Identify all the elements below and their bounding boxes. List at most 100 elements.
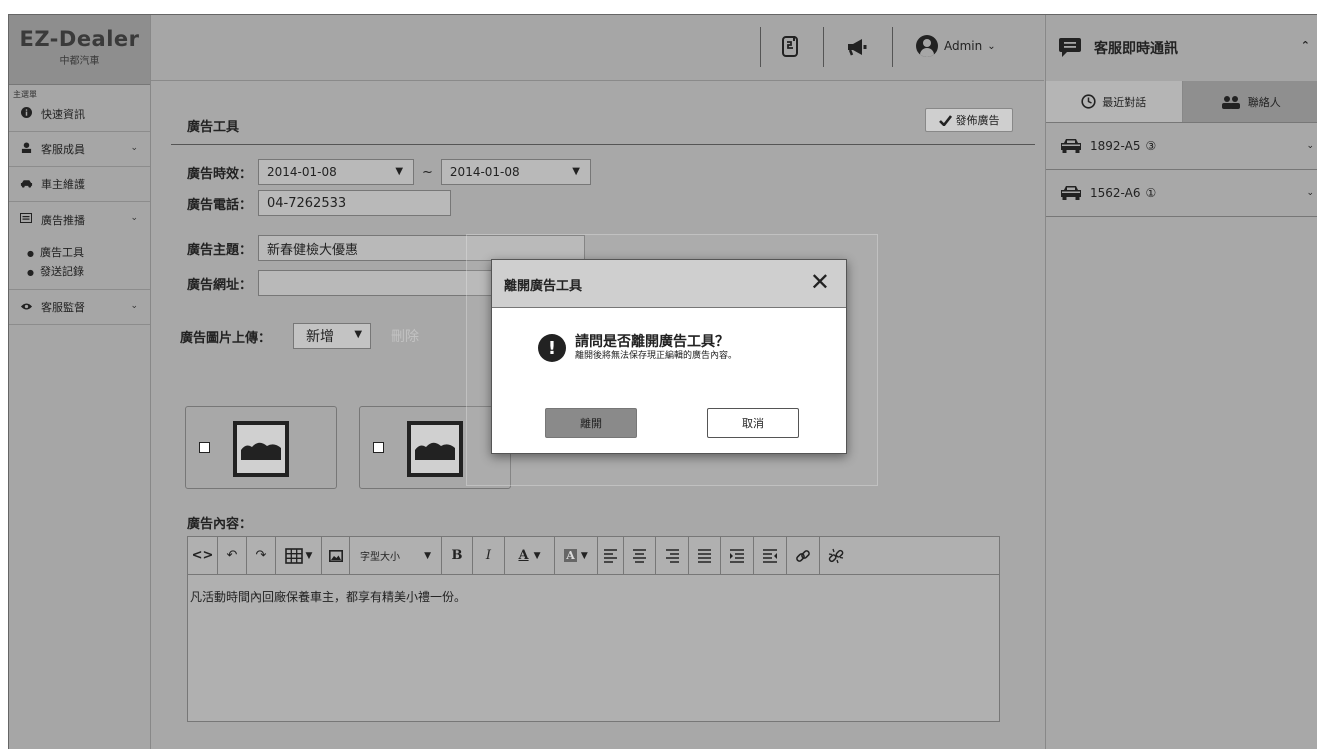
remove-link-button[interactable] <box>820 537 852 574</box>
sidebar-item-quick-info[interactable]: 快速資訊 <box>9 97 150 132</box>
image-select-checkbox[interactable] <box>199 442 210 453</box>
highlight-color-icon: A <box>564 549 577 562</box>
date-to-select[interactable]: 2014-01-08 ▼ <box>440 159 591 185</box>
insert-image-button[interactable] <box>322 537 350 574</box>
phone-icon <box>782 36 798 57</box>
dialog-header: 離開廣告工具 ✕ <box>492 260 846 308</box>
dialog-message: ! 請問是否離開廣告工具？ 離開後將無法保存現正編輯的廣告內容。 <box>538 334 737 362</box>
clock-icon <box>1081 94 1096 109</box>
phone-call-button[interactable] <box>775 31 807 63</box>
page-title: 廣告工具 <box>187 120 240 135</box>
check-icon <box>938 114 952 126</box>
justify-button[interactable] <box>689 537 721 574</box>
car-icon <box>1061 139 1081 153</box>
rich-text-editor: <> ↶ ↷ ▼ 字型大小 ▼ B I A ▼ A ▼ 凡活動時間內回廠保養車主… <box>187 536 1000 722</box>
date-from-select[interactable]: 2014-01-08 ▼ <box>258 159 415 185</box>
dropdown-arrow-icon: ▼ <box>424 550 431 561</box>
top-bar: Admin ⌄ <box>151 15 1044 81</box>
toolbar-divider <box>892 27 893 67</box>
link-icon <box>796 549 810 562</box>
redo-button[interactable]: ↷ <box>247 537 276 574</box>
megaphone-icon <box>848 39 867 56</box>
sidebar-item-label: 廣告推播 <box>41 213 85 227</box>
image-thumbnail-1[interactable] <box>185 406 337 489</box>
publish-ad-button[interactable]: 發佈廣告 <box>925 108 1013 132</box>
phone-input[interactable]: 04-7262533 <box>258 190 452 216</box>
align-center-button[interactable] <box>624 537 656 574</box>
warning-icon: ! <box>538 334 566 362</box>
image-icon <box>328 549 343 562</box>
content-row: 廣告內容： <box>187 513 252 532</box>
code-icon: <> <box>191 548 214 563</box>
font-color-button[interactable]: A ▼ <box>505 537 555 574</box>
bold-button[interactable]: B <box>442 537 473 574</box>
sidebar-item-cs-supervision[interactable]: 客服監督 ⌄ <box>9 290 150 325</box>
sidebar-item-cs-members[interactable]: 客服成員 ⌄ <box>9 132 150 167</box>
sidebar-subitem-send-log[interactable]: ● 發送記錄 <box>27 262 150 281</box>
avatar-icon <box>916 35 938 57</box>
user-menu[interactable]: Admin ⌄ <box>916 35 996 57</box>
leave-button[interactable]: 離開 <box>545 408 637 438</box>
close-icon[interactable]: ✕ <box>810 270 830 294</box>
sidebar-item-owner-maintenance[interactable]: 車主維護 <box>9 167 150 202</box>
delete-image-button[interactable]: 刪除 <box>391 326 419 346</box>
toolbar-divider <box>823 27 824 67</box>
chevron-down-icon: ⌄ <box>130 143 138 153</box>
period-label: 廣告時效： <box>187 166 253 182</box>
editor-toolbar: <> ↶ ↷ ▼ 字型大小 ▼ B I A ▼ A ▼ <box>188 537 999 575</box>
source-code-button[interactable]: <> <box>188 537 218 574</box>
sidebar-subitem-label: 廣告工具 <box>39 246 84 259</box>
tab-recent-chats[interactable]: 最近對話 <box>1046 81 1183 122</box>
editor-content[interactable]: 凡活動時間內回廠保養車主，都享有精美小禮一份。 <box>188 575 999 605</box>
image-select-checkbox[interactable] <box>373 442 384 453</box>
chevron-down-icon: ⌄ <box>1306 188 1314 198</box>
date-separator: ~ <box>422 164 433 180</box>
font-color-icon: A <box>518 548 529 563</box>
undo-button[interactable]: ↶ <box>218 537 247 574</box>
italic-button[interactable]: I <box>473 537 505 574</box>
chevron-up-icon[interactable]: ⌃ <box>1301 39 1310 52</box>
chat-header[interactable]: 客服即時通訊 ⌃ <box>1046 15 1317 81</box>
contacts-icon <box>1221 95 1240 109</box>
highlight-color-button[interactable]: A ▼ <box>555 537 598 574</box>
brand-logo[interactable]: EZ-Dealer 中都汽車 <box>9 15 150 85</box>
person-icon <box>19 142 33 156</box>
announcement-button[interactable] <box>841 31 873 63</box>
subject-label: 廣告主題： <box>187 242 253 258</box>
chevron-down-icon: ⌄ <box>1306 141 1314 151</box>
sidebar-item-label: 車主維護 <box>41 178 85 191</box>
add-image-dropdown[interactable]: 新增 ▼ <box>293 323 372 349</box>
info-icon <box>19 107 33 121</box>
dialog-text: 請問是否離開廣告工具？ 離開後將無法保存現正編輯的廣告內容。 <box>575 334 737 362</box>
insert-table-button[interactable]: ▼ <box>276 537 322 574</box>
conversation-item[interactable]: 1892-A5 ③ ⌄ <box>1046 123 1317 170</box>
align-left-button[interactable] <box>598 537 624 574</box>
add-image-label: 新增 <box>306 329 335 345</box>
outdent-button[interactable] <box>754 537 787 574</box>
indent-button[interactable] <box>721 537 754 574</box>
align-left-icon <box>604 548 617 563</box>
sidebar-subitem-ad-tool[interactable]: ● 廣告工具 <box>27 243 150 262</box>
dropdown-arrow-icon: ▼ <box>395 166 404 177</box>
bullet-icon: ● <box>27 268 34 277</box>
tab-contacts[interactable]: 聯絡人 <box>1182 81 1317 122</box>
image-icon <box>233 421 289 477</box>
redo-icon: ↷ <box>255 548 267 563</box>
sidebar-item-ad-push[interactable]: 廣告推播 ⌄ <box>9 202 150 237</box>
align-right-button[interactable] <box>656 537 689 574</box>
page-header: 廣告工具 發佈廣告 <box>171 107 1035 145</box>
ad-icon <box>19 213 33 226</box>
insert-link-button[interactable] <box>787 537 820 574</box>
chevron-down-icon: ⌄ <box>987 40 996 52</box>
conversation-item[interactable]: 1562-A6 ① ⌄ <box>1046 170 1317 217</box>
period-row: 廣告時效： 2014-01-08 ▼ ~ 2014-01-08 ▼ <box>187 159 591 185</box>
menu-caption: 主選單 <box>13 90 37 99</box>
table-icon <box>284 547 303 564</box>
cancel-button[interactable]: 取消 <box>707 408 799 438</box>
font-size-select[interactable]: 字型大小 ▼ <box>350 537 442 574</box>
justify-icon <box>698 548 711 563</box>
sidebar-submenu: ● 廣告工具 ● 發送記錄 <box>9 237 150 290</box>
brand-name: EZ-Dealer <box>19 27 140 51</box>
upload-row: 廣告圖片上傳： 新增 ▼ 刪除 <box>180 323 419 349</box>
chevron-down-icon: ⌄ <box>130 213 138 223</box>
